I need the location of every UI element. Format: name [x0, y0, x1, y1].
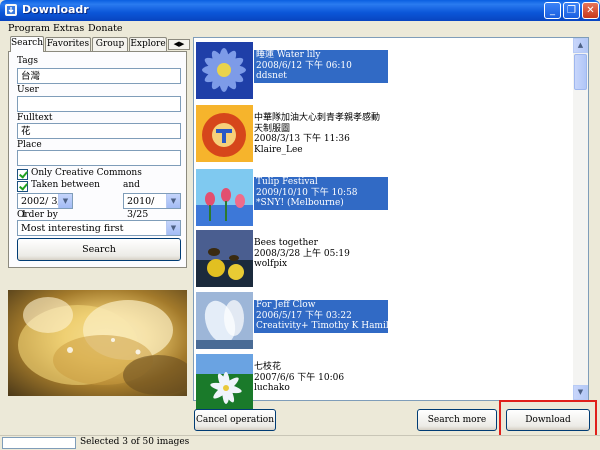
tab-explore[interactable]: Explore [129, 37, 167, 51]
result-date: 2008/3/13 下午 11:36 [254, 134, 350, 144]
result-author: luchako [254, 383, 290, 393]
place-label: Place [17, 140, 42, 150]
status-text: Selected 3 of 50 images [80, 437, 190, 447]
result-date: 2007/6/6 下午 10:06 [254, 372, 345, 383]
result-info: For Jeff Clow 2006/5/17 下午 03:22 Creativ… [254, 300, 404, 333]
tab-group[interactable]: Group [92, 37, 128, 51]
menu-program[interactable]: Program [8, 23, 50, 34]
result-author: *SNY! (Melbourne) [256, 198, 344, 208]
flower-preview [18, 297, 187, 395]
only-cc-label: Only Creative Commons [31, 168, 142, 178]
result-info: 睡蓮 Water lily 2008/6/12 下午 06:10 ddsnet [254, 50, 388, 83]
user-label: User [17, 85, 39, 95]
close-icon: ✕ [586, 5, 595, 16]
list-item[interactable]: Bees together 2008/3/28 上午 05:19 wolfpix [196, 230, 391, 290]
taken-between-checkbox[interactable] [17, 181, 28, 192]
user-input[interactable] [17, 96, 181, 112]
result-date: 2008/3/28 上午 05:19 [254, 248, 350, 259]
chevron-down-icon[interactable]: ▼ [58, 194, 72, 208]
scroll-down-button[interactable]: ▼ [573, 385, 588, 400]
fulltext-input[interactable]: 花 [17, 123, 181, 139]
list-item[interactable]: 七枝花 2007/6/6 下午 10:06 luchako [196, 354, 391, 414]
result-author: Creativity+ Timothy K Hamilton [256, 321, 404, 331]
chevron-down-icon[interactable]: ▼ [166, 221, 180, 235]
place-input[interactable] [17, 150, 181, 166]
taken-between-label: Taken between [31, 180, 100, 190]
result-info: 七枝花 2007/6/6 下午 10:06 luchako [254, 362, 344, 394]
tab-search[interactable]: Search [10, 36, 44, 52]
result-info: Tulip Festival 2009/10/10 下午 10:58 *SNY!… [254, 177, 388, 210]
cancel-operation-button[interactable]: Cancel operation [194, 409, 276, 431]
search-panel: Search Favorites Group Explore ◀▶ Tags 台… [8, 36, 190, 268]
chevron-up-icon: ▲ [577, 41, 584, 49]
results-scrollbar[interactable]: ▲ ▼ [573, 38, 588, 400]
chevron-down-icon[interactable]: ▼ [166, 194, 180, 208]
list-item[interactable]: 中華隊加油大心刺青孝親孝感動天制服圖 2008/3/13 下午 11:36 Kl… [196, 105, 391, 165]
result-title: 七枝花 [254, 362, 282, 372]
menu-bar: Program Extras Donate [0, 21, 600, 36]
chevron-down-icon: ▼ [577, 388, 584, 396]
result-date: 2006/5/17 下午 03:22 [256, 310, 352, 321]
status-bar: Selected 3 of 50 images [0, 435, 600, 450]
scroll-up-button[interactable]: ▲ [573, 38, 588, 53]
list-item[interactable]: For Jeff Clow 2006/5/17 下午 03:22 Creativ… [196, 292, 404, 352]
menu-extras[interactable]: Extras [53, 23, 84, 34]
tags-input[interactable]: 台灣 [17, 68, 181, 84]
results-list[interactable]: 睡蓮 Water lily 2008/6/12 下午 06:10 ddsnet … [193, 37, 589, 411]
result-thumbnail[interactable] [196, 230, 253, 287]
list-item[interactable]: 睡蓮 Water lily 2008/6/12 下午 06:10 ddsnet [196, 42, 391, 102]
result-title: For Jeff Clow [256, 300, 316, 310]
restore-icon: ❐ [567, 5, 576, 16]
search-button[interactable]: Search [17, 238, 181, 261]
and-label: and [123, 180, 140, 190]
result-info: Bees together 2008/3/28 上午 05:19 wolfpix [254, 238, 350, 270]
result-thumbnail[interactable] [196, 169, 253, 226]
result-thumbnail[interactable] [196, 42, 253, 99]
scroll-thumb[interactable] [574, 54, 587, 90]
date-from-picker[interactable]: 2002/ 3/ 1 ▼ [17, 193, 73, 220]
chevron-right-icon[interactable]: ▶ [179, 40, 184, 48]
minimize-icon: _ [550, 5, 555, 16]
result-title: Tulip Festival [256, 177, 318, 187]
result-author: ddsnet [256, 71, 287, 81]
result-author: wolfpix [254, 259, 288, 269]
tab-favorites[interactable]: Favorites [45, 37, 91, 51]
result-title: Bees together [254, 238, 318, 248]
title-bar: Downloadr _ ❐ ✕ [0, 0, 600, 21]
date-to-value: 2010/ 3/25 [127, 196, 155, 220]
order-value: Most interesting first [21, 223, 124, 234]
result-title: 睡蓮 Water lily [256, 50, 321, 60]
list-item[interactable]: Tulip Festival 2009/10/10 下午 10:58 *SNY!… [196, 169, 391, 229]
order-label: Order by [17, 210, 58, 220]
preview-image [8, 290, 187, 396]
order-select[interactable]: Most interesting first ▼ [17, 220, 181, 236]
result-author: Klaire_Lee [254, 144, 303, 155]
menu-donate[interactable]: Donate [88, 23, 123, 34]
minimize-button[interactable]: _ [544, 2, 561, 19]
result-thumbnail[interactable] [196, 354, 253, 411]
result-info: 中華隊加油大心刺青孝親孝感動天制服圖 2008/3/13 下午 11:36 Kl… [254, 113, 384, 155]
result-date: 2009/10/10 下午 10:58 [256, 187, 358, 198]
tab-scroll-buttons[interactable]: ◀▶ [168, 39, 190, 50]
annotation-highlight [499, 400, 597, 438]
result-date: 2008/6/12 下午 06:10 [256, 60, 352, 71]
search-tab-body: Tags 台灣 User Fulltext 花 Place Only Creat… [8, 51, 187, 268]
only-cc-checkbox[interactable] [17, 169, 28, 180]
result-thumbnail[interactable] [196, 105, 253, 162]
window-title: Downloadr [22, 3, 89, 16]
date-to-picker[interactable]: 2010/ 3/25 ▼ [123, 193, 181, 220]
close-button[interactable]: ✕ [582, 2, 599, 19]
maximize-button[interactable]: ❐ [563, 2, 580, 19]
progress-bar [2, 437, 76, 449]
fulltext-label: Fulltext [17, 113, 53, 123]
result-title: 中華隊加油大心刺青孝親孝感動天制服圖 [254, 113, 381, 134]
tags-label: Tags [17, 56, 39, 66]
app-icon [5, 4, 17, 16]
search-more-button[interactable]: Search more [417, 409, 497, 431]
result-thumbnail[interactable] [196, 292, 253, 349]
